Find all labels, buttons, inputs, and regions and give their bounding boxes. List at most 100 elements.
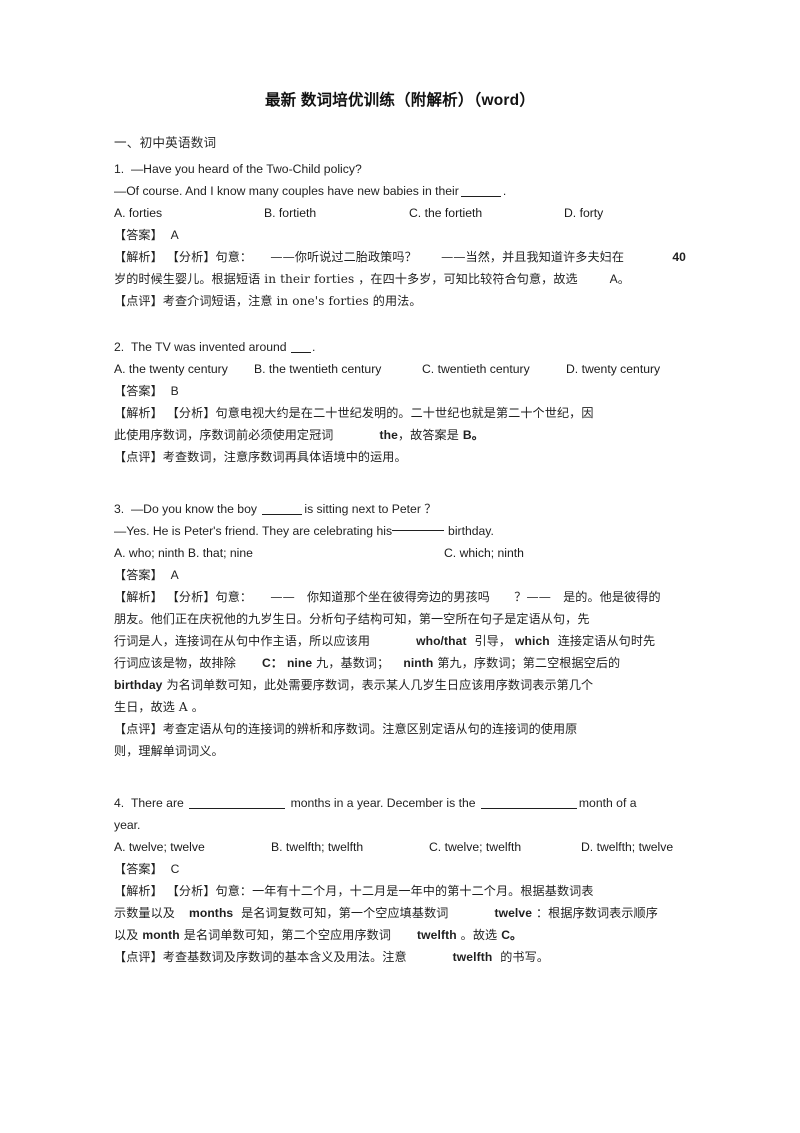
question-3-analysis-line-6: 生日，故选 A 。 bbox=[114, 696, 686, 718]
document-page: 最新 数词培优训练（附解析）（word） 一、初中英语数词 1. —Have y… bbox=[0, 0, 800, 1133]
question-1-stem-line-2: —Of course. And I know many couples have… bbox=[114, 180, 686, 202]
question-2-stem-line-1: 2. The TV was invented around . bbox=[114, 336, 686, 358]
analysis-text-5: 为名词单数可知，此处需要序数词，表示某人几岁生日应该用序数词表示第几个 bbox=[166, 678, 594, 692]
question-4-comment: 【点评】考查基数词及序数词的基本含义及用法。注意 twelfth 的书写。 bbox=[114, 946, 686, 968]
analysis-tag: 【分析】 bbox=[166, 250, 216, 264]
comment-text-2: 则，理解单词词义。 bbox=[114, 744, 224, 758]
analysis-label: 【解析】 bbox=[114, 406, 163, 420]
option-d[interactable]: D. twenty century bbox=[566, 358, 686, 380]
option-d[interactable]: D. twelfth; twelve bbox=[581, 836, 686, 858]
comment-keyword-twelfth: twelfth bbox=[452, 950, 493, 964]
question-4-answer: 【答案】 C bbox=[114, 858, 686, 880]
question-4-analysis-line-3: 以及 month 是名词单数可知，第二个空应用序数词 twelfth 。故选 C。 bbox=[114, 924, 686, 946]
option-c[interactable]: C. twentieth century bbox=[422, 358, 566, 380]
question-3-stem-pre: —Do you know the boy bbox=[130, 502, 257, 516]
answer-label: 【答案】 bbox=[114, 568, 163, 582]
question-1-comment: 【点评】考查介词短语，注意 in one's forties 的用法。 bbox=[114, 290, 686, 312]
question-4-number: 4. bbox=[114, 796, 125, 810]
question-1-stem-text: —Have you heard of the Two-Child policy? bbox=[130, 162, 362, 176]
question-3-comment-line-1: 【点评】考查定语从句的连接词的辨析和序数词。注意区别定语从句的连接词的使用原 bbox=[114, 718, 686, 740]
analysis-tail: ，故答案是 bbox=[397, 428, 459, 442]
answer-blank bbox=[290, 352, 311, 353]
question-1-analysis-line-1: 40 【解析】 【分析】句意： ——你听说过二胎政策吗？ ——当然，并且我知道许多… bbox=[114, 246, 686, 268]
analysis-label: 【解析】 bbox=[114, 884, 163, 898]
question-4-options: A. twelve; twelve B. twelfth; twelfth C.… bbox=[114, 836, 686, 858]
question-3-analysis-line-3: 行词是人，连接词在从句中作主语，所以应该用 who/that 引导， which … bbox=[114, 630, 686, 652]
answer-value: B bbox=[170, 384, 179, 398]
analysis-text-2: 岁的时候生婴儿。根据短语 in their forties ，在四十多岁，可知比… bbox=[114, 272, 578, 286]
question-1-answer: 【答案】 A bbox=[114, 224, 686, 246]
comment-text-1: 考查定语从句的连接词的辨析和序数词。注意区别定语从句的连接词的使用原 bbox=[162, 722, 578, 736]
question-2-analysis-line-1: 【解析】 【分析】句意电视大约是在二十世纪发明的。二十世纪也就是第二十个世纪，因 bbox=[114, 402, 686, 424]
question-1-stem-pre: —Of course. And I know many couples have… bbox=[114, 184, 459, 198]
option-ab[interactable]: A. who; ninth B. that; nine bbox=[114, 542, 444, 564]
question-1: 1. —Have you heard of the Two-Child poli… bbox=[114, 158, 686, 312]
analysis-hanging-number: 40 bbox=[672, 250, 686, 264]
comment-label: 【点评】 bbox=[114, 450, 163, 464]
question-3-analysis-line-5: birthday 为名词单数可知，此处需要序数词，表示某人几岁生日应该用序数词表… bbox=[114, 674, 686, 696]
analysis-text-3b: 引导， bbox=[474, 634, 512, 648]
question-1-stem-post: . bbox=[502, 184, 507, 198]
question-1-stem-line-1: 1. —Have you heard of the Two-Child poli… bbox=[114, 158, 686, 180]
analysis-text: 句意： —— 你知道那个坐在彼得旁边的男孩吗 ？—— 是的。他是彼得的 bbox=[215, 590, 661, 604]
comment-label: 【点评】 bbox=[114, 950, 163, 964]
question-3-comment-line-2: 则，理解单词词义。 bbox=[114, 740, 686, 762]
question-4-analysis-line-2: 示数量以及 months 是名词复数可知，第一个空应填基数词 twelve ：根据序… bbox=[114, 902, 686, 924]
option-c[interactable]: C. the fortieth bbox=[409, 202, 564, 224]
analysis-text-4a: 行词应该是物，故排除 bbox=[114, 656, 236, 670]
option-c[interactable]: C. twelve; twelfth bbox=[429, 836, 581, 858]
analysis-text-2: 朋友。他们正在庆祝他的九岁生日。分析句子结构可知，第一空所在句子是定语从句，先 bbox=[114, 612, 590, 626]
analysis-tag: 【分析】 bbox=[166, 406, 216, 420]
question-2-answer: 【答案】 B bbox=[114, 380, 686, 402]
question-3-answer: 【答案】 A bbox=[114, 564, 686, 586]
analysis-text-3a: 以及 bbox=[114, 928, 139, 942]
analysis-label: 【解析】 bbox=[114, 250, 163, 264]
option-a[interactable]: A. forties bbox=[114, 202, 264, 224]
analysis-keyword-month: month bbox=[142, 928, 180, 942]
question-1-analysis-line-2: A。 岁的时候生婴儿。根据短语 in their forties ，在四十多岁，可… bbox=[114, 268, 686, 290]
analysis-tag: 【分析】 bbox=[166, 590, 216, 604]
analysis-text-2b: 是名词复数可知，第一个空应填基数词 bbox=[241, 906, 449, 920]
analysis-keyword-whothat: who/that bbox=[416, 634, 467, 648]
question-3-options: A. who; ninth B. that; nine C. which; ni… bbox=[114, 542, 686, 564]
analysis-text-3b: 是名词单数可知，第二个空应用序数词 bbox=[183, 928, 392, 942]
comment-text: 考查数词，注意序数词再具体语境中的运用。 bbox=[162, 450, 407, 464]
question-1-number: 1. bbox=[114, 162, 125, 176]
answer-label: 【答案】 bbox=[114, 228, 163, 242]
option-c[interactable]: C. which; ninth bbox=[444, 542, 524, 564]
analysis-label: 【解析】 bbox=[114, 590, 163, 604]
analysis-keyword-twelve: twelve bbox=[494, 906, 533, 920]
analysis-text-6: 生日，故选 A 。 bbox=[114, 700, 204, 714]
answer-blank-2 bbox=[480, 808, 577, 809]
question-4-stem-c: month of a bbox=[578, 796, 637, 810]
analysis-answer: B。 bbox=[462, 428, 484, 442]
analysis-keyword-which: which bbox=[515, 634, 550, 648]
answer-value: C bbox=[170, 862, 180, 876]
comment-text-b: 的书写。 bbox=[500, 950, 550, 964]
option-a[interactable]: A. the twenty century bbox=[114, 358, 254, 380]
question-3-stem2-pre: —Yes. He is Peter's friend. They are cel… bbox=[114, 524, 393, 538]
comment-label: 【点评】 bbox=[114, 722, 163, 736]
question-2-analysis-line-2: 此使用序数词，序数词前必须使用定冠词 the，故答案是 B。 bbox=[114, 424, 686, 446]
question-2-stem-pre: The TV was invented around bbox=[130, 340, 287, 354]
question-2-options: A. the twenty century B. the twentieth c… bbox=[114, 358, 686, 380]
option-d[interactable]: D. forty bbox=[564, 202, 686, 224]
comment-text: 考查介词短语，注意 in one's forties 的用法。 bbox=[162, 294, 422, 308]
analysis-keyword-nine: nine bbox=[286, 656, 313, 670]
option-b[interactable]: B. twelfth; twelfth bbox=[271, 836, 429, 858]
comment-label: 【点评】 bbox=[114, 294, 163, 308]
section-heading: 一、初中英语数词 bbox=[114, 136, 217, 150]
option-b[interactable]: B. fortieth bbox=[264, 202, 409, 224]
question-3-stem-line-1: 3. —Do you know the boy is sitting next … bbox=[114, 498, 686, 520]
document-body: 最新 数词培优训练（附解析）（word） 一、初中英语数词 1. —Have y… bbox=[114, 88, 686, 972]
question-1-options: A. forties B. fortieth C. the fortieth D… bbox=[114, 202, 686, 224]
option-a[interactable]: A. twelve; twelve bbox=[114, 836, 271, 858]
question-2-comment: 【点评】考查数词，注意序数词再具体语境中的运用。 bbox=[114, 446, 686, 468]
question-4-stem-line-1: 4. There are months in a year. December … bbox=[114, 792, 686, 814]
question-3-stem-mid: is sitting next to Peter bbox=[304, 502, 421, 516]
question-3: 3. —Do you know the boy is sitting next … bbox=[114, 498, 686, 762]
analysis-answer: C。 bbox=[501, 928, 523, 942]
option-b[interactable]: B. the twentieth century bbox=[254, 358, 422, 380]
